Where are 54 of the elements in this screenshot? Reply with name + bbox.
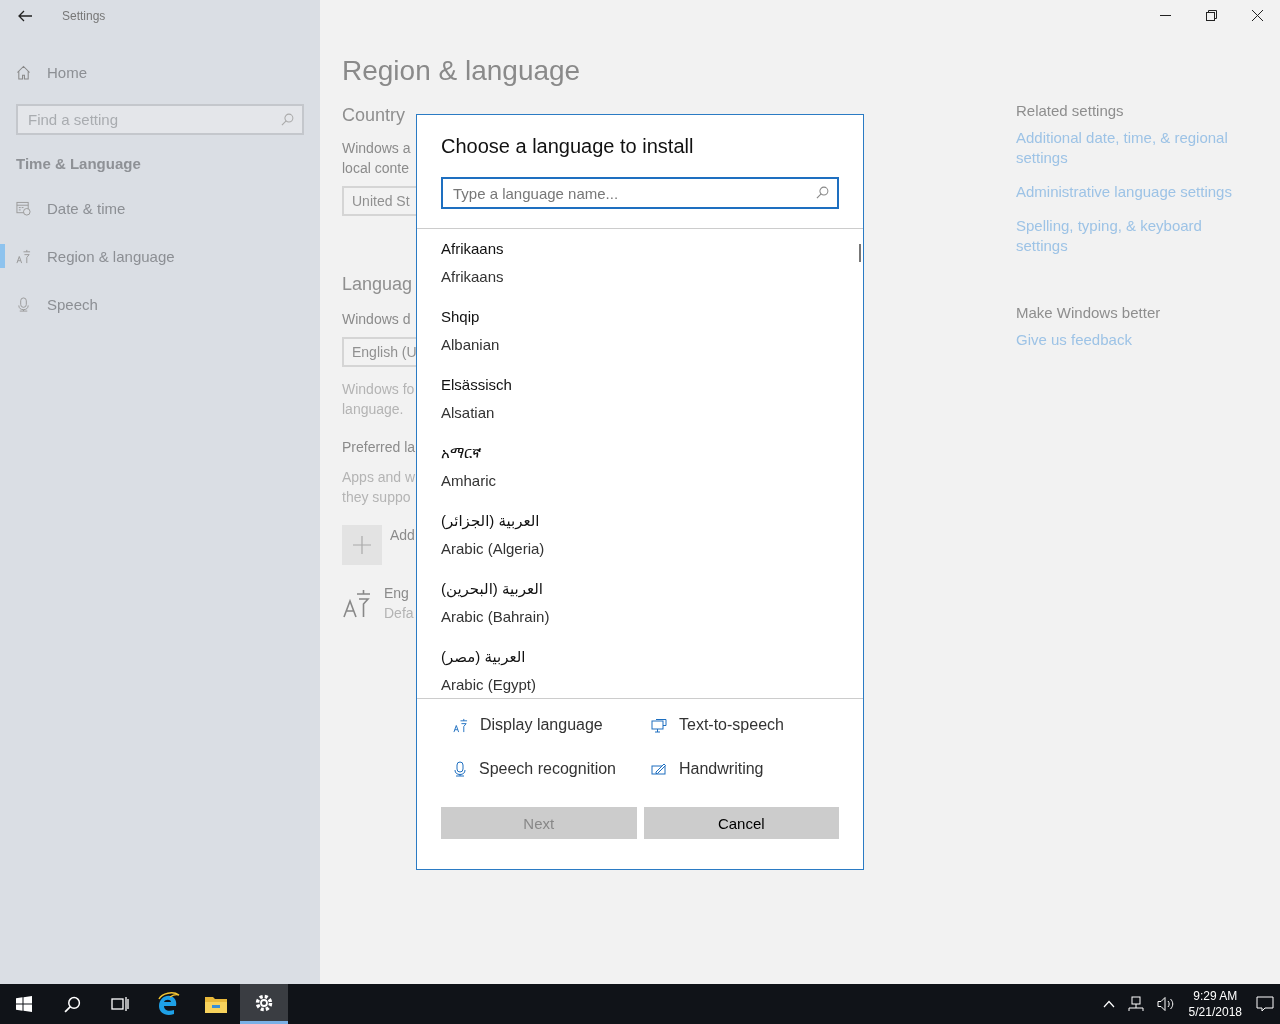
search-field[interactable]: Find a setting <box>16 104 304 135</box>
subheading: Preferred la <box>342 439 416 455</box>
language-icon <box>453 717 468 733</box>
windows-logo-icon <box>16 996 32 1012</box>
language-search-field[interactable]: Type a language name... <box>441 177 839 209</box>
search-icon <box>816 186 829 199</box>
language-name: Eng <box>384 584 410 603</box>
pen-icon <box>651 762 667 776</box>
monitor-speech-icon <box>651 717 667 733</box>
description-text: local conte <box>342 159 409 178</box>
scrollbar-thumb[interactable] <box>859 244 861 262</box>
window-title: Settings <box>62 9 106 23</box>
gear-taskbar-icon[interactable] <box>240 984 288 1024</box>
calendar-clock-icon <box>16 200 31 216</box>
search-icon <box>63 995 81 1013</box>
note-text: language. <box>342 400 404 419</box>
dialog-button[interactable]: Cancel <box>643 807 839 839</box>
note-text: Windows fo <box>342 380 415 399</box>
language-list-item[interactable]: Elsässisch Alsatian <box>417 371 863 439</box>
section-heading: Country <box>342 105 406 126</box>
related-heading: Related settings <box>1016 101 1125 121</box>
microphone-icon <box>16 296 31 312</box>
feature-label: Handwriting <box>679 759 764 779</box>
speaker-icon[interactable] <box>1156 996 1175 1012</box>
language-list-item[interactable]: Shqip Albanian <box>417 303 863 371</box>
feature-label: Text-to-speech <box>679 715 784 735</box>
microphone-icon <box>453 761 467 777</box>
field-label: Windows d <box>342 311 411 327</box>
notifications-icon[interactable] <box>1256 996 1274 1012</box>
clock-time[interactable]: 9:29 AM <box>1188 988 1242 1004</box>
back-arrow-icon[interactable] <box>18 10 32 22</box>
feature-label: Speech recognition <box>479 759 616 779</box>
tray-chevron-icon[interactable] <box>1102 1000 1115 1008</box>
description-text: Windows a <box>342 139 411 158</box>
page-title: Region & language <box>342 55 581 87</box>
language-list-item[interactable]: Afrikaans Afrikaans <box>417 235 863 303</box>
section-heading: Languag <box>342 274 413 295</box>
note-text: they suppo <box>342 488 411 507</box>
network-icon[interactable] <box>1126 996 1145 1012</box>
section-heading: Time & Language <box>15 154 142 174</box>
language-status: Defa <box>384 604 414 623</box>
close-icon[interactable] <box>1252 10 1263 21</box>
feature-label: Display language <box>480 715 603 735</box>
note-text: Apps and w <box>342 468 416 487</box>
clock-date[interactable]: 5/21/2018 <box>1188 1004 1242 1020</box>
dialog-title: Choose a language to install <box>440 134 695 158</box>
feedback-heading: Make Windows better <box>1016 303 1162 323</box>
task-view-icon <box>111 996 129 1012</box>
language-icon <box>16 248 31 264</box>
search-icon <box>281 113 294 126</box>
home-icon <box>16 64 31 80</box>
restore-icon[interactable] <box>1206 10 1217 21</box>
language-icon <box>342 588 372 618</box>
language-list-item[interactable]: አማርኛ Amharic <box>417 439 863 507</box>
